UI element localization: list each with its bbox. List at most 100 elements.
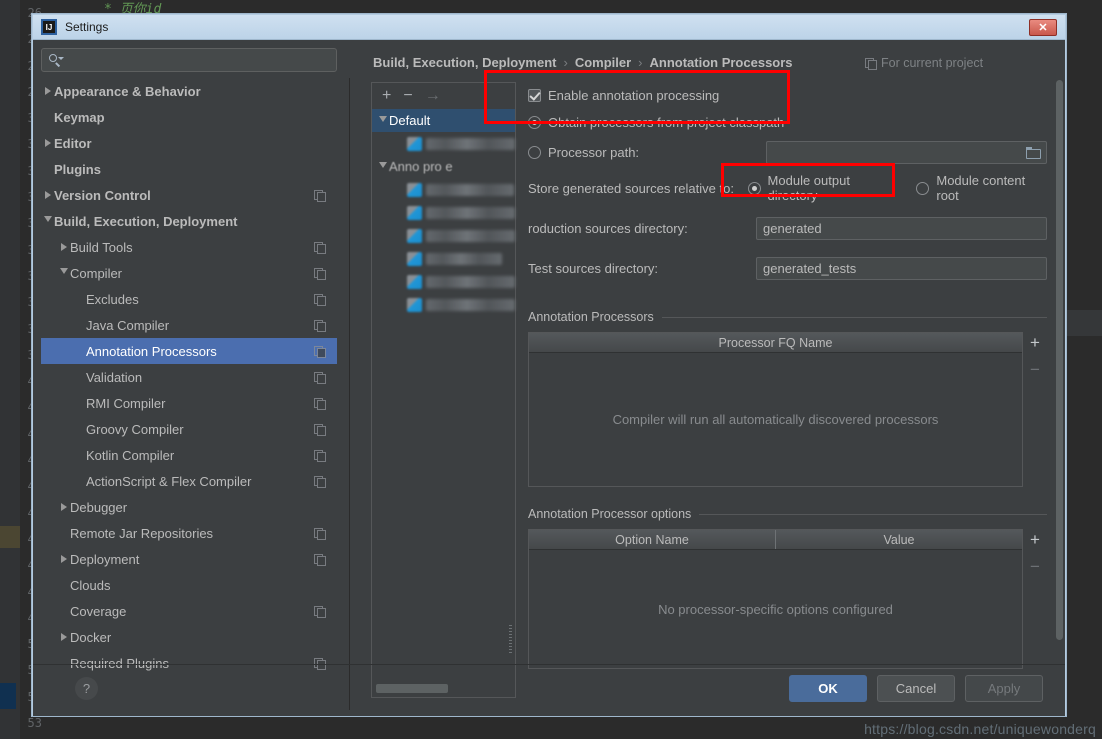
store-relative-label: Store generated sources relative to: xyxy=(528,180,734,196)
sidebar-item-java-compiler[interactable]: Java Compiler xyxy=(41,312,337,338)
sidebar-item-deployment[interactable]: Deployment xyxy=(41,546,337,572)
profile-list-item[interactable] xyxy=(372,293,515,316)
sidebar-item-coverage[interactable]: Coverage xyxy=(41,598,337,624)
sidebar-item-build-tools[interactable]: Build Tools xyxy=(41,234,337,260)
folder-icon[interactable] xyxy=(1026,146,1041,159)
copy-icon xyxy=(314,449,326,462)
processor-path-input[interactable] xyxy=(766,140,1047,164)
sidebar-item-editor[interactable]: Editor xyxy=(41,130,337,156)
chevron-right-icon[interactable] xyxy=(57,503,70,511)
enable-annotation-processing-row[interactable]: Enable annotation processing xyxy=(528,82,1047,109)
profile-icon xyxy=(407,136,422,151)
profiles-resize-handle[interactable] xyxy=(509,625,512,653)
add-processor-button[interactable]: + xyxy=(1030,334,1040,351)
profile-icon xyxy=(407,251,422,266)
module-content-root-radio[interactable] xyxy=(916,181,930,195)
processor-path-radio[interactable] xyxy=(528,145,541,159)
sidebar-item-label: ActionScript & Flex Compiler xyxy=(86,473,252,489)
production-sources-label: roduction sources directory: xyxy=(528,220,688,236)
module-content-root-label: Module content root xyxy=(936,173,1026,203)
profiles-toolbar: + − → xyxy=(372,83,515,109)
profile-list-item[interactable] xyxy=(372,224,515,247)
chevron-right-icon[interactable] xyxy=(41,87,54,95)
search-input[interactable] xyxy=(62,53,336,67)
sidebar-item-debugger[interactable]: Debugger xyxy=(41,494,337,520)
chevron-down-icon[interactable] xyxy=(376,161,389,172)
sidebar-item-keymap[interactable]: Keymap xyxy=(41,104,337,130)
profile-list-item[interactable]: Default xyxy=(372,109,515,132)
sidebar-item-label: Appearance & Behavior xyxy=(54,83,201,99)
chevron-down-icon[interactable] xyxy=(41,216,54,226)
chevron-right-icon[interactable] xyxy=(57,633,70,641)
group-divider xyxy=(661,316,1047,318)
processors-table[interactable]: Processor FQ Name Compiler will run all … xyxy=(528,332,1023,487)
group-divider xyxy=(699,513,1047,515)
profile-list-item[interactable] xyxy=(372,201,515,224)
scope-indicator: For current project xyxy=(865,56,983,70)
breadcrumb-item[interactable]: Annotation Processors xyxy=(650,55,793,70)
breadcrumb: Build, Execution, Deployment › Compiler › An… xyxy=(373,55,793,70)
chevron-right-icon[interactable] xyxy=(41,191,54,199)
enable-annotation-processing-checkbox[interactable] xyxy=(528,89,541,102)
remove-option-button[interactable]: − xyxy=(1030,558,1040,575)
sidebar-item-label: Docker xyxy=(70,629,112,645)
profile-list-item[interactable]: Anno pro e xyxy=(372,155,515,178)
profile-list-item[interactable] xyxy=(372,132,515,155)
close-icon[interactable]: ✕ xyxy=(1029,18,1057,36)
help-button[interactable]: ? xyxy=(75,677,98,700)
search-box[interactable] xyxy=(41,48,337,72)
obtain-processors-row[interactable]: Obtain processors from project classpath xyxy=(528,109,1047,136)
sidebar-item-build-execution-deployment[interactable]: Build, Execution, Deployment xyxy=(41,208,337,234)
sidebar-item-rmi-compiler[interactable]: RMI Compiler xyxy=(41,390,337,416)
processors-table-actions: + − xyxy=(1023,332,1047,487)
sidebar-item-docker[interactable]: Docker xyxy=(41,624,337,650)
chevron-right-icon[interactable] xyxy=(57,555,70,563)
sidebar-item-version-control[interactable]: Version Control xyxy=(41,182,337,208)
remove-processor-button[interactable]: − xyxy=(1030,361,1040,378)
copy-icon xyxy=(314,345,326,358)
sidebar-item-appearance-behavior[interactable]: Appearance & Behavior xyxy=(41,78,337,104)
sidebar-item-kotlin-compiler[interactable]: Kotlin Compiler xyxy=(41,442,337,468)
chevron-right-icon[interactable] xyxy=(41,139,54,147)
apply-button[interactable]: Apply xyxy=(965,675,1043,702)
processor-path-row[interactable]: Processor path: xyxy=(528,136,1047,168)
sidebar-item-validation[interactable]: Validation xyxy=(41,364,337,390)
settings-dialog: Settings ✕ Appearance & Behavior Keymap Ed… xyxy=(32,14,1066,716)
profiles-list[interactable]: Default Anno pro e xyxy=(372,109,515,316)
production-sources-input[interactable]: generated xyxy=(756,216,1047,240)
add-profile-button[interactable]: + xyxy=(382,88,391,104)
value-column-header[interactable]: Value xyxy=(775,530,1022,549)
sidebar-item-actionscript-flex-compiler[interactable]: ActionScript & Flex Compiler xyxy=(41,468,337,494)
test-sources-row[interactable]: Test sources directory: generated_tests xyxy=(528,248,1047,288)
sidebar-item-clouds[interactable]: Clouds xyxy=(41,572,337,598)
cancel-button[interactable]: Cancel xyxy=(877,675,955,702)
sidebar-item-plugins[interactable]: Plugins xyxy=(41,156,337,182)
options-table[interactable]: Option Name Value No processor-specific … xyxy=(528,529,1023,669)
profile-list-item[interactable] xyxy=(372,247,515,270)
option-name-column-header[interactable]: Option Name xyxy=(529,530,775,549)
production-sources-row[interactable]: roduction sources directory: generated xyxy=(528,208,1047,248)
sidebar-item-groovy-compiler[interactable]: Groovy Compiler xyxy=(41,416,337,442)
remove-profile-button[interactable]: − xyxy=(403,88,412,104)
chevron-down-icon[interactable] xyxy=(57,268,70,278)
settings-tree[interactable]: Appearance & Behavior Keymap Editor Plugins… xyxy=(41,78,337,710)
profile-list-item[interactable] xyxy=(372,178,515,201)
sidebar-item-compiler[interactable]: Compiler xyxy=(41,260,337,286)
add-option-button[interactable]: + xyxy=(1030,531,1040,548)
chevron-right-icon[interactable] xyxy=(57,243,70,251)
breadcrumb-item[interactable]: Compiler xyxy=(575,55,631,70)
sidebar-item-remote-jar-repositories[interactable]: Remote Jar Repositories xyxy=(41,520,337,546)
test-sources-input[interactable]: generated_tests xyxy=(756,256,1047,280)
module-output-directory-radio[interactable] xyxy=(747,181,761,195)
ok-button[interactable]: OK xyxy=(789,675,867,702)
dialog-body: Appearance & Behavior Keymap Editor Plugins… xyxy=(33,40,1065,716)
obtain-processors-radio[interactable] xyxy=(528,116,541,129)
sidebar-item-annotation-processors[interactable]: Annotation Processors xyxy=(41,338,337,364)
breadcrumb-item[interactable]: Build, Execution, Deployment xyxy=(373,55,556,70)
sidebar-item-excludes[interactable]: Excludes xyxy=(41,286,337,312)
profile-icon xyxy=(407,274,422,289)
profile-list-item[interactable] xyxy=(372,270,515,293)
move-profile-button[interactable]: → xyxy=(425,88,441,104)
processors-column-header[interactable]: Processor FQ Name xyxy=(529,333,1022,352)
chevron-down-icon[interactable] xyxy=(376,115,389,126)
